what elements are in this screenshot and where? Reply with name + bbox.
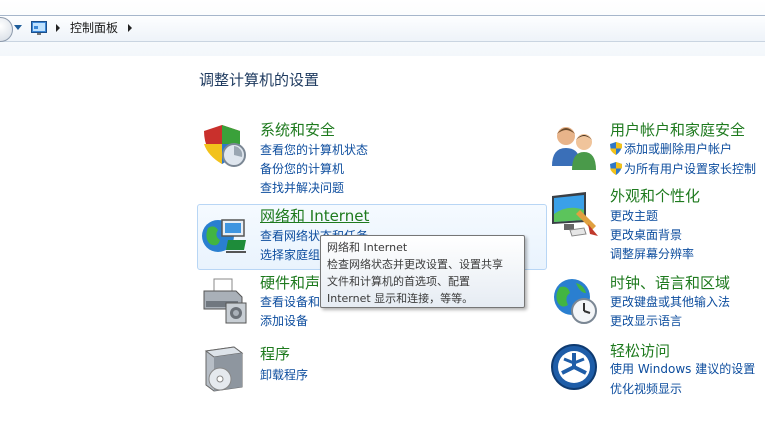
- printer-icon: [203, 278, 247, 324]
- link-troubleshoot[interactable]: 查找并解决问题: [260, 179, 344, 197]
- globe-clock-icon: [554, 279, 597, 324]
- category-title-appearance[interactable]: 外观和个性化: [610, 186, 700, 206]
- link-change-display-language[interactable]: 更改显示语言: [610, 312, 682, 330]
- control-panel-icon: [31, 21, 47, 35]
- recent-pages-dropdown-icon[interactable]: [14, 25, 22, 30]
- link-change-keyboard[interactable]: 更改键盘或其他输入法: [610, 293, 730, 311]
- breadcrumb-separator-icon[interactable]: [128, 24, 132, 32]
- uac-shield-icon: [610, 162, 622, 175]
- address-bar: 控制面板: [0, 0, 765, 56]
- link-windows-suggested-settings[interactable]: 使用 Windows 建议的设置: [610, 360, 755, 378]
- users-icon: [552, 127, 596, 170]
- category-title-system-security[interactable]: 系统和安全: [260, 120, 335, 140]
- link-uninstall-program[interactable]: 卸载程序: [260, 366, 308, 384]
- link-backup-computer[interactable]: 备份您的计算机: [260, 160, 344, 178]
- shield-security-icon: [204, 125, 246, 167]
- breadcrumb-separator-icon[interactable]: [56, 24, 60, 32]
- link-parental-controls[interactable]: 为所有用户设置家长控制: [610, 160, 756, 178]
- category-title-user-accounts[interactable]: 用户帐户和家庭安全: [610, 120, 745, 140]
- link-adjust-resolution[interactable]: 调整屏幕分辨率: [610, 245, 694, 263]
- link-optimize-visual-display[interactable]: 优化视频显示: [610, 380, 682, 398]
- tooltip-network-internet: 网络和 Internet 检查网络状态并更改设置、设置共享 文件和计算机的首选项…: [320, 235, 525, 308]
- breadcrumb-control-panel[interactable]: 控制面板: [70, 20, 118, 36]
- globe-network-icon: [202, 219, 246, 253]
- link-change-theme[interactable]: 更改主题: [610, 207, 658, 225]
- link-add-device[interactable]: 添加设备: [260, 312, 308, 330]
- uac-shield-icon: [610, 142, 622, 155]
- ease-of-access-icon: [551, 344, 597, 390]
- category-title-programs[interactable]: 程序: [260, 344, 290, 364]
- link-view-computer-status[interactable]: 查看您的计算机状态: [260, 141, 368, 159]
- category-title-clock-language[interactable]: 时钟、语言和区域: [610, 273, 730, 293]
- link-parental-controls-label: 为所有用户设置家长控制: [624, 162, 757, 176]
- category-title-network-internet[interactable]: 网络和 Internet: [260, 206, 369, 226]
- monitor-paint-icon: [552, 192, 598, 237]
- link-add-remove-accounts-label: 添加或删除用户帐户: [624, 142, 733, 156]
- link-add-remove-accounts[interactable]: 添加或删除用户帐户: [610, 140, 732, 158]
- tooltip-line: 检查网络状态并更改设置、设置共享: [327, 258, 503, 271]
- tooltip-line: 文件和计算机的首选项、配置: [327, 275, 470, 288]
- tooltip-title: 网络和 Internet: [327, 241, 408, 254]
- category-title-ease-of-access[interactable]: 轻松访问: [610, 341, 670, 361]
- page-title: 调整计算机的设置: [199, 71, 320, 89]
- program-box-icon: [204, 346, 244, 392]
- control-panel-window: 控制面板 调整计算机的设置 系统和安全 查看您的计算机状态 备份您的计算机 查找…: [0, 0, 765, 436]
- tooltip-line: Internet 显示和连接，等等。: [327, 292, 474, 305]
- link-change-desktop-background[interactable]: 更改桌面背景: [610, 226, 682, 244]
